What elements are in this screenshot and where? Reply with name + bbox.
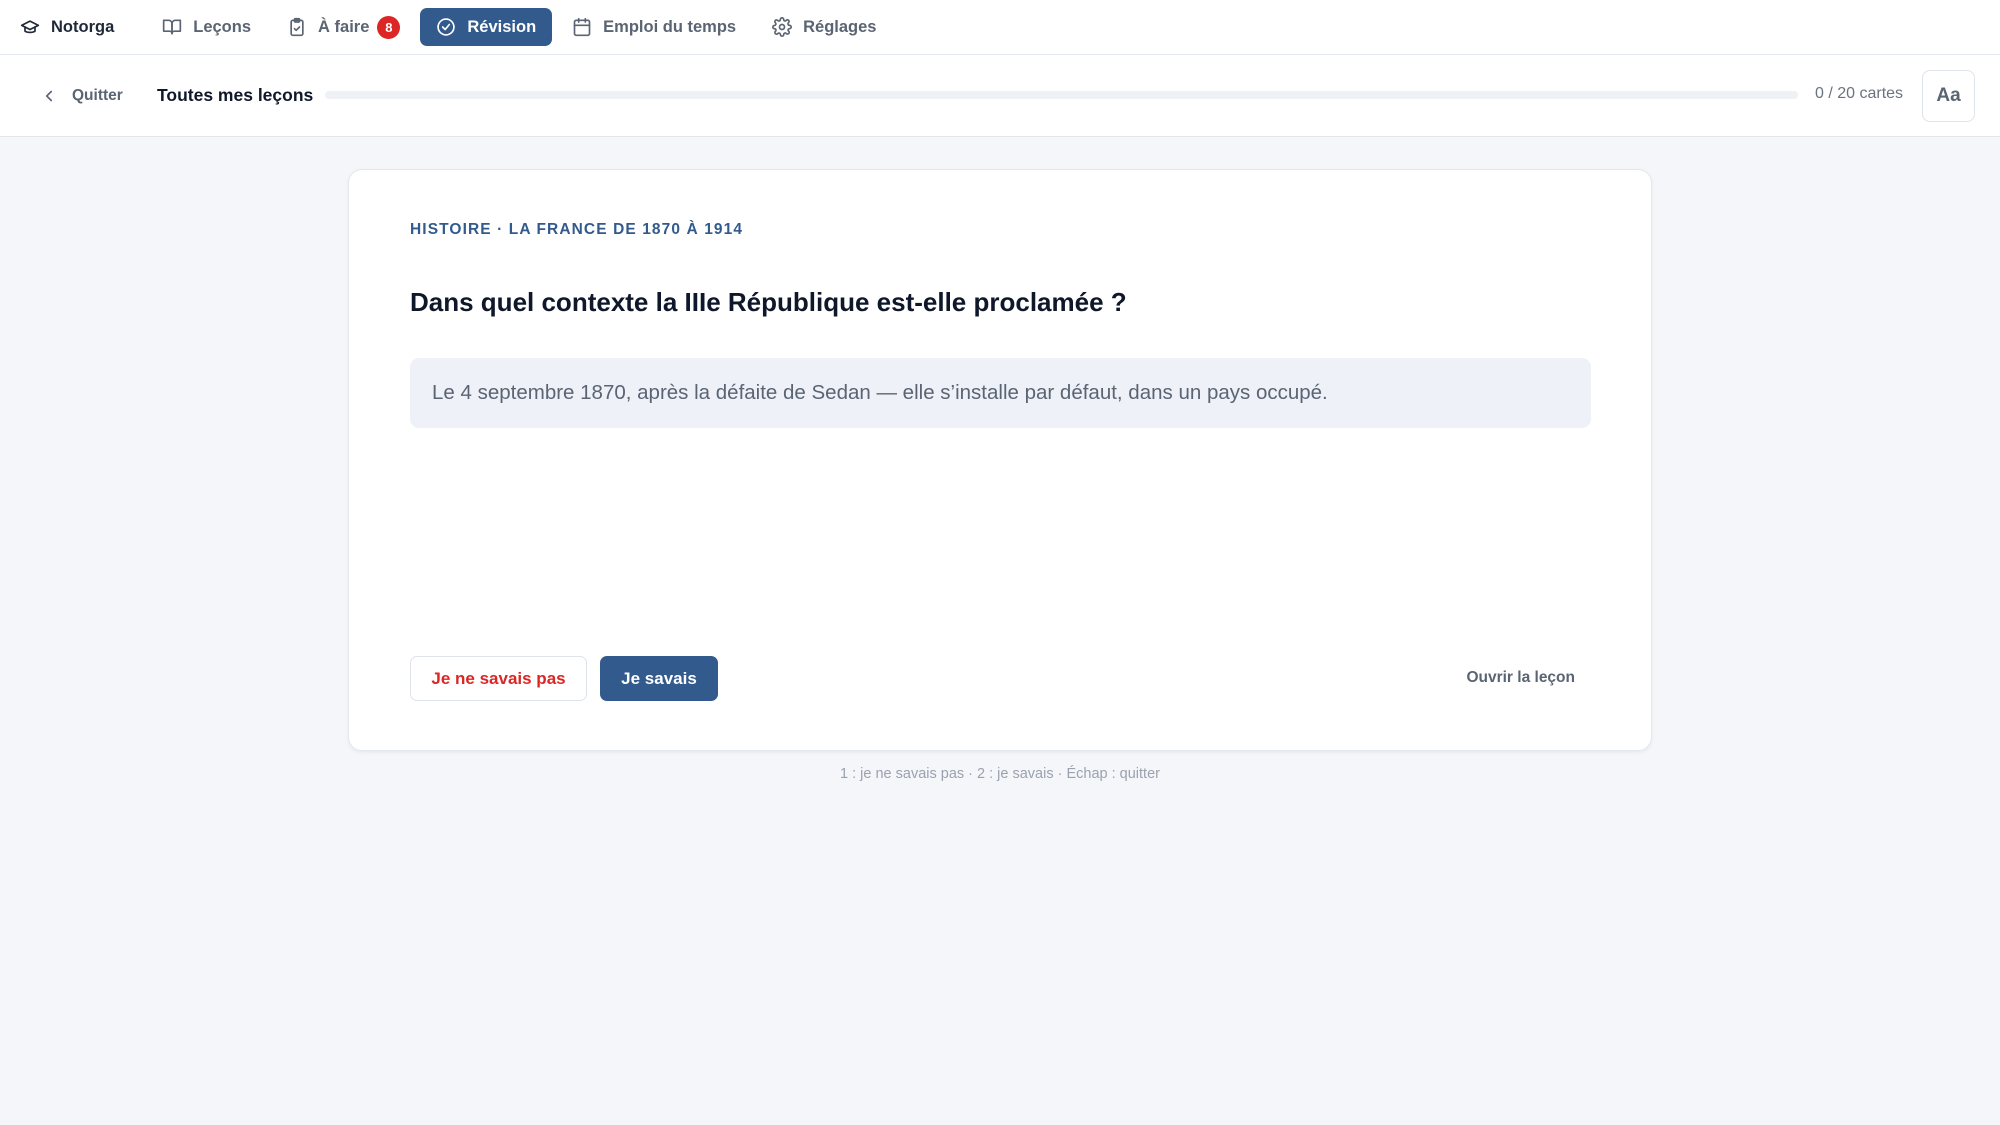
calendar-icon: [573, 17, 591, 37]
gear-icon: [772, 17, 793, 37]
didnt-know-button[interactable]: Je ne savais pas: [410, 656, 587, 701]
brand-logo[interactable]: Notorga: [20, 8, 130, 46]
open-lesson-link[interactable]: Ouvrir la leçon: [1466, 669, 1575, 687]
nav-item-todo[interactable]: À faire 8: [271, 8, 416, 46]
book-open-icon: [163, 19, 182, 35]
knew-it-button[interactable]: Je savais: [600, 656, 718, 701]
nav-item-label: Révision: [467, 17, 537, 36]
nav-item-review[interactable]: Révision: [420, 8, 553, 46]
chevron-left-icon: [45, 90, 53, 102]
nav-item-label: Emploi du temps: [603, 17, 737, 36]
top-navigation: Notorga Leçons À faire 8 Révision Emploi…: [0, 0, 2000, 55]
nav-item-settings[interactable]: Réglages: [756, 8, 892, 46]
todo-count-badge: 8: [377, 15, 401, 39]
card-answer: Le 4 septembre 1870, après la défaite de…: [410, 358, 1591, 428]
quit-button[interactable]: Quitter: [40, 83, 123, 109]
nav-item-label: Réglages: [803, 17, 877, 36]
progress-bar: [325, 91, 1798, 99]
progress-count: 0 / 20 cartes: [1815, 85, 1904, 102]
brand-name: Notorga: [51, 17, 115, 36]
nav-item-lessons[interactable]: Leçons: [146, 8, 267, 46]
clipboard-check-icon: [290, 17, 304, 37]
font-size-button[interactable]: Aa: [1922, 70, 1975, 122]
graduation-cap-icon: [20, 20, 40, 34]
review-session-header: Quitter Toutes mes leçons 0 / 20 cartes …: [0, 55, 2000, 137]
nav-item-label: Leçons: [193, 17, 252, 36]
card-question: Dans quel contexte la IIIe République es…: [410, 287, 1127, 317]
check-circle-icon: [437, 18, 456, 36]
quit-label: Quitter: [72, 87, 123, 104]
flashcard: HISTOIRE · LA FRANCE DE 1870 À 1914 Dans…: [348, 169, 1652, 751]
nav-item-schedule[interactable]: Emploi du temps: [556, 8, 752, 46]
card-subject: HISTOIRE · LA FRANCE DE 1870 À 1914: [410, 221, 744, 238]
session-title: Toutes mes leçons: [157, 85, 314, 105]
keyboard-shortcuts-hint: 1 : je ne savais pas · 2 : je savais · É…: [840, 766, 1160, 782]
nav-item-label: À faire: [318, 17, 370, 36]
